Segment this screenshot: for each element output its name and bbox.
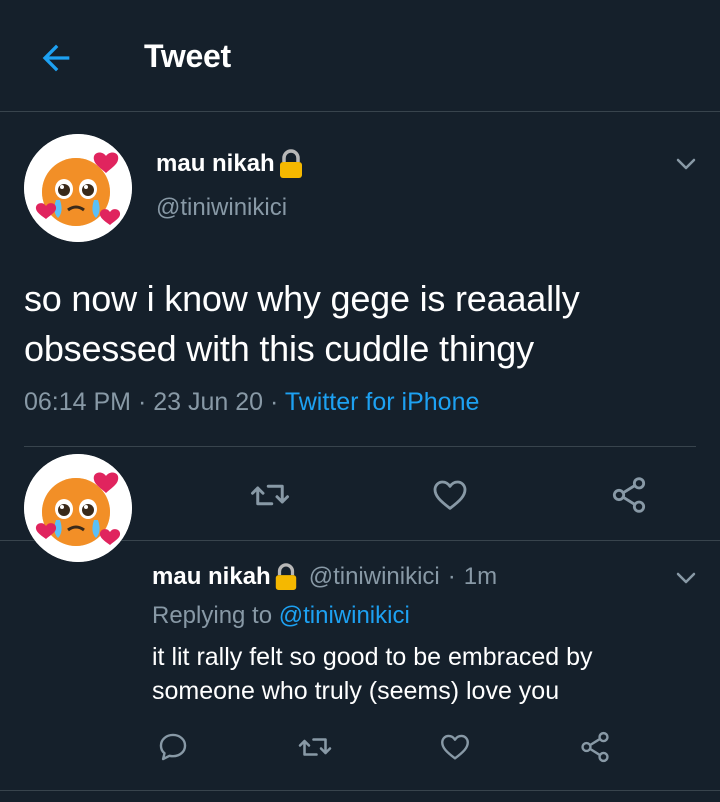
replying-to-mention[interactable]: @tiniwinikici xyxy=(279,602,410,629)
reply-retweet-button[interactable] xyxy=(290,722,340,772)
pleading-face-emoji-icon xyxy=(24,134,132,242)
divider xyxy=(24,446,696,447)
tweet-source-link[interactable]: Twitter for iPhone xyxy=(285,388,480,416)
reply-handle[interactable]: @tiniwinikici xyxy=(309,563,440,591)
retweet-icon xyxy=(298,738,332,756)
reply-display-name[interactable]: mau nikah xyxy=(152,563,271,591)
avatar[interactable] xyxy=(24,134,132,242)
share-icon xyxy=(581,731,609,763)
arrow-left-icon xyxy=(42,44,70,72)
like-icon xyxy=(433,480,467,510)
bottom-divider xyxy=(0,790,720,791)
reply-share-button[interactable] xyxy=(570,722,620,772)
replying-to: Replying to @tiniwinikici xyxy=(152,602,410,630)
replying-to-label: Replying to xyxy=(152,602,273,629)
reply-more-options-button[interactable] xyxy=(670,562,702,594)
chevron-down-icon xyxy=(676,572,696,584)
tweet-meta: 06:14 PM · 23 Jun 20 · Twitter for iPhon… xyxy=(24,388,479,417)
reply-like-button[interactable] xyxy=(430,722,480,772)
meta-separator: · xyxy=(270,388,279,416)
share-icon xyxy=(612,477,646,513)
back-button[interactable] xyxy=(28,30,84,86)
tweet-time: 06:14 PM xyxy=(24,388,132,416)
chevron-down-icon xyxy=(676,158,696,170)
page-title: Tweet xyxy=(144,38,231,74)
pleading-face-emoji-icon xyxy=(24,454,132,562)
share-button[interactable] xyxy=(604,470,654,520)
reply-text: it lit rally felt so good to be embraced… xyxy=(152,643,593,705)
meta-separator: · xyxy=(137,388,147,416)
retweet-button[interactable] xyxy=(245,470,295,520)
lock-icon xyxy=(275,563,296,590)
reply-age: 1m xyxy=(463,563,498,590)
meta-separator: · xyxy=(447,563,456,590)
tweet-text: so now i know why gege is reaaally obses… xyxy=(24,278,580,369)
display-name[interactable]: mau nikah xyxy=(156,148,305,180)
retweet-icon xyxy=(251,484,289,506)
user-handle[interactable]: @tiniwinikici xyxy=(156,194,287,222)
tweet-date: 23 Jun 20 xyxy=(153,388,264,416)
top-bar: Tweet xyxy=(0,0,720,112)
lock-icon xyxy=(279,149,302,178)
reply-header: mau nikah @tiniwinikici · 1m xyxy=(152,562,497,592)
display-name-text: mau nikah xyxy=(156,150,275,177)
reply-icon xyxy=(159,733,187,761)
more-options-button[interactable] xyxy=(670,148,702,180)
reply-avatar[interactable] xyxy=(24,454,132,562)
like-icon xyxy=(441,734,469,760)
like-button[interactable] xyxy=(425,470,475,520)
reply-reply-button[interactable] xyxy=(148,722,198,772)
